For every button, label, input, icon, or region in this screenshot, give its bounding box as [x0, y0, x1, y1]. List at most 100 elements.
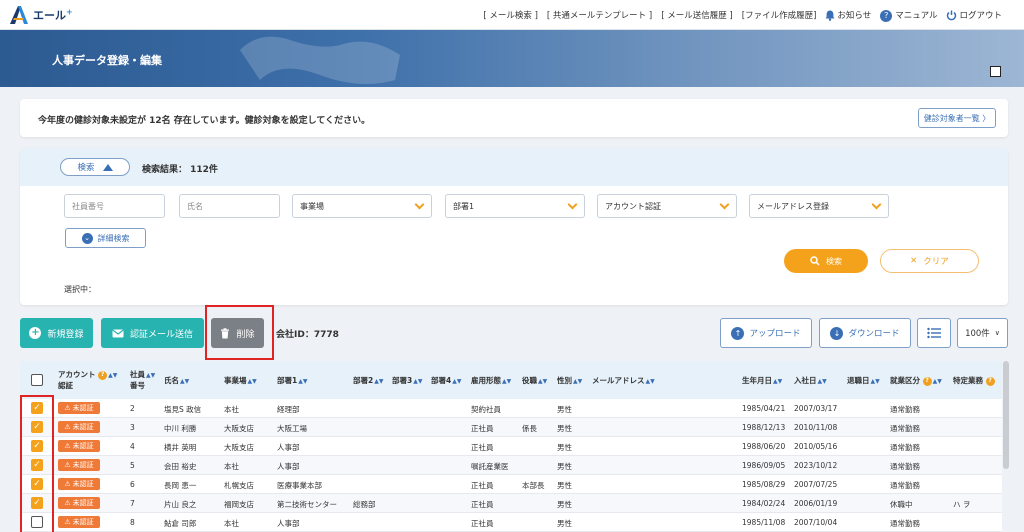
cell-no: 8 [130, 518, 135, 527]
table-header: アカウント ? ▲▼ 認証 社員▲▼ 番号 氏名▲▼ 事業場▲▼ 部署1▲▼ 部署2▲… [20, 361, 1002, 399]
logo-text: エール+ [33, 7, 73, 22]
send-auth-mail-button[interactable]: 認証メール送信 [101, 318, 204, 348]
header-email[interactable]: メールアドレス▲▼ [592, 376, 655, 387]
cell-type: 嘱託産業医 [471, 462, 509, 471]
new-registration-button[interactable]: + 新規登録 [20, 318, 93, 348]
search-panel: 検索 検索結果： 112件 社員番号 氏名 事業場 部署1 アカウント認証 メー… [20, 148, 1008, 305]
unverified-badge-label: 未認証 [72, 499, 94, 507]
cell-gender: 男性 [557, 481, 572, 490]
header-left[interactable]: 退職日▲▼ [847, 376, 880, 387]
chevron-down-icon [719, 199, 730, 210]
column-settings-button[interactable] [917, 318, 951, 348]
cell-status: 通常勤務 [890, 424, 920, 433]
app-logo[interactable]: エール+ [8, 5, 73, 25]
nav-file-history[interactable]: [ファイル作成履歴] [742, 9, 817, 21]
search-icon [810, 256, 820, 266]
cell-dept2: 総務部 [353, 500, 376, 509]
advanced-search-label: 詳細検索 [97, 233, 130, 243]
dept1-select-value: 部署1 [453, 201, 475, 211]
cell-special: ハ ヲ [953, 500, 971, 509]
header-office[interactable]: 事業場▲▼ [224, 376, 257, 387]
table-row[interactable]: ✓ ⚠ 未認証 2 塩見S 政信 本社 経理部 契約社員 男性 1985/04/21 2007/03… [20, 399, 1002, 418]
header-account-label-2: 認証 [58, 381, 73, 390]
cell-birth: 1985/11/08 [742, 518, 786, 527]
table-row[interactable]: ✓ ⚠ 未認証 3 中川 利勝 大阪支店 大阪工場 正社員 係長 男性 1988/12/13 2010… [20, 418, 1002, 437]
nav-logout[interactable]: ログアウト [946, 9, 1002, 21]
cell-office: 本社 [224, 462, 239, 471]
header-joined[interactable]: 入社日▲▼ [794, 376, 827, 387]
header-dept1[interactable]: 部署1▲▼ [277, 376, 307, 387]
nav-common-template[interactable]: [ 共通メールテンプレート ] [547, 9, 652, 21]
cell-status: 通常勤務 [890, 519, 920, 528]
cell-type: 正社員 [471, 500, 494, 509]
cell-name: 会田 裕史 [164, 462, 197, 471]
bell-icon [825, 10, 835, 22]
upload-button[interactable]: ↑ アップロード [720, 318, 812, 348]
unverified-badge: ⚠ 未認証 [58, 440, 100, 452]
advanced-search-button[interactable]: ⌄ 詳細検索 [65, 228, 146, 248]
employee-number-input[interactable]: 社員番号 [64, 194, 165, 218]
unverified-badge-label: 未認証 [72, 404, 94, 412]
select-all-checkbox[interactable] [31, 374, 43, 386]
header-name-label: 氏名 [164, 376, 179, 385]
cell-birth: 1986/09/05 [742, 461, 786, 470]
table-row[interactable]: ⚠ 未認証 8 鮎倉 司郎 本社 人事部 正社員 男性 1985/11/08 2007/10/04… [20, 513, 1002, 532]
cell-office: 大阪支店 [224, 424, 254, 433]
header-office-label: 事業場 [224, 376, 247, 385]
per-page-select[interactable]: 100件 ∨ [957, 318, 1008, 348]
warning-icon: ⚠ [64, 499, 71, 507]
upload-icon: ↑ [731, 326, 745, 340]
header-name[interactable]: 氏名▲▼ [164, 376, 189, 387]
header-account[interactable]: アカウント ? ▲▼ 認証 [58, 370, 117, 391]
warning-icon: ⚠ [64, 442, 71, 450]
help-icon: ? [922, 376, 932, 386]
cell-gender: 男性 [557, 519, 572, 528]
cell-name: 鮎倉 司郎 [164, 519, 197, 528]
send-auth-mail-label: 認証メール送信 [129, 329, 193, 340]
warning-icon: ⚠ [64, 404, 71, 412]
mail-registration-select[interactable]: メールアドレス登録 [749, 194, 889, 218]
header-employment-type-label: 雇用形態 [471, 376, 501, 385]
table-row[interactable]: ✓ ⚠ 未認証 4 横井 英明 大阪支店 人事部 正社員 男性 1988/06/20 2010/05… [20, 437, 1002, 456]
search-toggle-button[interactable]: 検索 [60, 158, 130, 176]
header-birthdate[interactable]: 生年月日▲▼ [742, 376, 782, 387]
sort-icon: ▲▼ [374, 378, 384, 385]
cell-birth: 1988/06/20 [742, 442, 786, 451]
clear-button[interactable]: ✕ クリア [880, 249, 979, 273]
checkup-list-button[interactable]: 健診対象者一覧 〉 [918, 108, 996, 128]
cell-dept1: 第二技術センター [277, 500, 337, 509]
cell-gender: 男性 [557, 405, 572, 414]
name-input[interactable]: 氏名 [179, 194, 280, 218]
chevron-down-circle-icon: ⌄ [81, 232, 93, 244]
account-auth-select[interactable]: アカウント認証 [597, 194, 737, 218]
header-dept4[interactable]: 部署4▲▼ [431, 376, 461, 387]
nav-notice[interactable]: お知らせ [825, 9, 871, 21]
cell-birth: 1985/04/21 [742, 404, 786, 413]
table-row[interactable]: ✓ ⚠ 未認証 7 片山 良之 福岡支店 第二技術センター 総務部 正社員 男性 1984/02/2… [20, 494, 1002, 513]
account-auth-select-value: アカウント認証 [605, 201, 661, 211]
table-row[interactable]: ✓ ⚠ 未認証 5 会田 裕史 本社 人事部 嘱託産業医 男性 1986/09/05 2023/10… [20, 456, 1002, 475]
dept1-select[interactable]: 部署1 [445, 194, 585, 218]
table-scrollbar[interactable] [1003, 361, 1009, 469]
header-employee-number[interactable]: 社員▲▼ 番号 [130, 370, 155, 391]
chevron-down-icon [414, 199, 425, 210]
cell-dept1: 人事部 [277, 443, 300, 452]
nav-mail-search[interactable]: [ メール検索 ] [483, 9, 538, 21]
header-special-duty[interactable]: 特定業務 ? [953, 376, 995, 386]
employee-table: アカウント ? ▲▼ 認証 社員▲▼ 番号 氏名▲▼ 事業場▲▼ 部署1▲▼ 部署2▲… [20, 361, 1002, 532]
office-select[interactable]: 事業場 [292, 194, 432, 218]
nav-manual[interactable]: ? マニュアル [880, 9, 937, 22]
nav-mail-history[interactable]: [ メール送信履歴 ] [661, 9, 733, 21]
header-dept2[interactable]: 部署2▲▼ [353, 376, 383, 387]
table-row[interactable]: ✓ ⚠ 未認証 6 長岡 恵一 札幌支店 医療事業本部 正社員 本部長 男性 1985/08/29 2… [20, 475, 1002, 494]
header-gender[interactable]: 性別▲▼ [557, 376, 582, 387]
notice-panel: 今年度の健診対象未設定が 12名 存在しています。健診対象を設定してください。 … [20, 99, 1008, 137]
header-work-status[interactable]: 就業区分 ? ▲▼ [890, 376, 942, 387]
header-employment-type[interactable]: 雇用形態▲▼ [471, 376, 511, 387]
warning-icon: ⚠ [64, 461, 71, 469]
header-position[interactable]: 役職▲▼ [522, 376, 547, 387]
search-button[interactable]: 検索 [784, 249, 868, 273]
cell-gender: 男性 [557, 500, 572, 509]
download-button[interactable]: ↓ ダウンロード [819, 318, 911, 348]
header-dept3[interactable]: 部署3▲▼ [392, 376, 422, 387]
